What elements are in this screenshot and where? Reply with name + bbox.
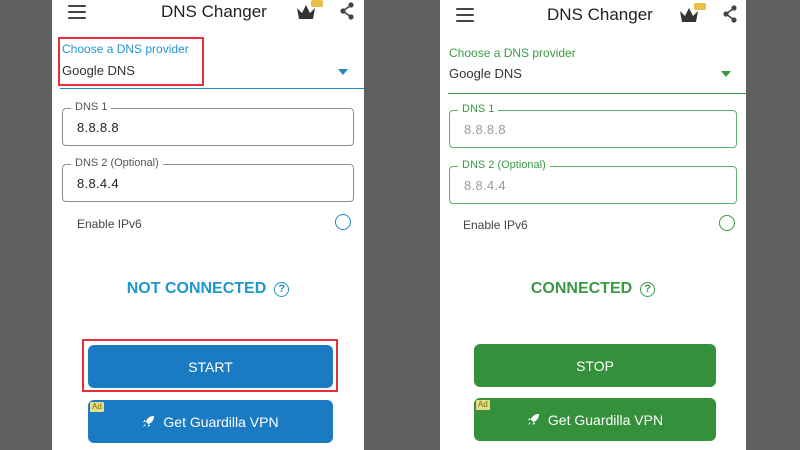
dns-provider-label: Choose a DNS provider [449,46,576,60]
stop-button-label: STOP [576,357,614,374]
provider-underline [60,88,364,89]
get-vpn-button[interactable]: Ad Get Guardilla VPN [474,398,716,441]
dns2-value: 8.8.4.4 [464,178,506,193]
app-bar: DNS Changer [440,0,746,28]
enable-ipv6-label: Enable IPv6 [463,218,528,232]
crown-pro-icon[interactable] [678,3,706,25]
dns1-label: DNS 1 [458,103,499,115]
rocket-icon [527,413,539,426]
connection-status: NOT CONNECTED? [52,280,364,298]
get-vpn-label: Get Guardilla VPN [547,411,664,428]
ad-badge: Ad [90,402,104,412]
app-title: DNS Changer [161,2,267,21]
share-icon[interactable] [722,5,738,23]
rocket-icon [143,415,155,428]
crown-pro-icon[interactable] [295,0,323,22]
status-text: NOT CONNECTED [126,280,267,297]
enable-ipv6-radio[interactable] [719,215,735,231]
help-icon[interactable]: ? [274,281,290,297]
ad-badge: Ad [476,400,490,410]
screen-not-connected: DNS Changer Choose a DNS provider Google… [52,0,364,450]
provider-highlight-box [58,37,204,86]
start-highlight-box [82,339,338,392]
dns1-label: DNS 1 [71,101,112,113]
dns2-label: DNS 2 (Optional) [71,157,163,169]
screen-connected: DNS Changer Choose a DNS provider Google… [440,0,746,450]
connection-status: CONNECTED? [440,280,746,298]
dns2-field[interactable]: DNS 2 (Optional) 8.8.4.4 [449,159,737,204]
dns1-value: 8.8.8.8 [77,120,119,135]
get-vpn-button[interactable]: Ad Get Guardilla VPN [88,400,333,443]
app-bar: DNS Changer [52,0,364,28]
dns-provider-select[interactable]: Google DNS [449,66,522,81]
dns2-label: DNS 2 (Optional) [458,159,550,171]
stop-button[interactable]: STOP [474,344,716,387]
dns1-field[interactable]: DNS 1 8.8.8.8 [62,101,354,146]
share-icon[interactable] [339,2,355,20]
dns1-value: 8.8.8.8 [464,122,506,137]
dns2-value: 8.8.4.4 [77,176,119,191]
enable-ipv6-radio[interactable] [335,214,351,230]
dropdown-caret-icon[interactable] [721,71,731,77]
provider-underline [448,93,746,94]
enable-ipv6-label: Enable IPv6 [77,217,142,231]
dropdown-caret-icon[interactable] [338,69,348,75]
get-vpn-label: Get Guardilla VPN [163,413,279,430]
help-icon[interactable]: ? [640,281,656,297]
dns1-field[interactable]: DNS 1 8.8.8.8 [449,103,737,148]
menu-icon[interactable] [68,5,86,19]
app-title: DNS Changer [547,5,653,24]
dns2-field[interactable]: DNS 2 (Optional) 8.8.4.4 [62,157,354,202]
status-text: CONNECTED [530,280,633,297]
menu-icon[interactable] [456,8,474,22]
